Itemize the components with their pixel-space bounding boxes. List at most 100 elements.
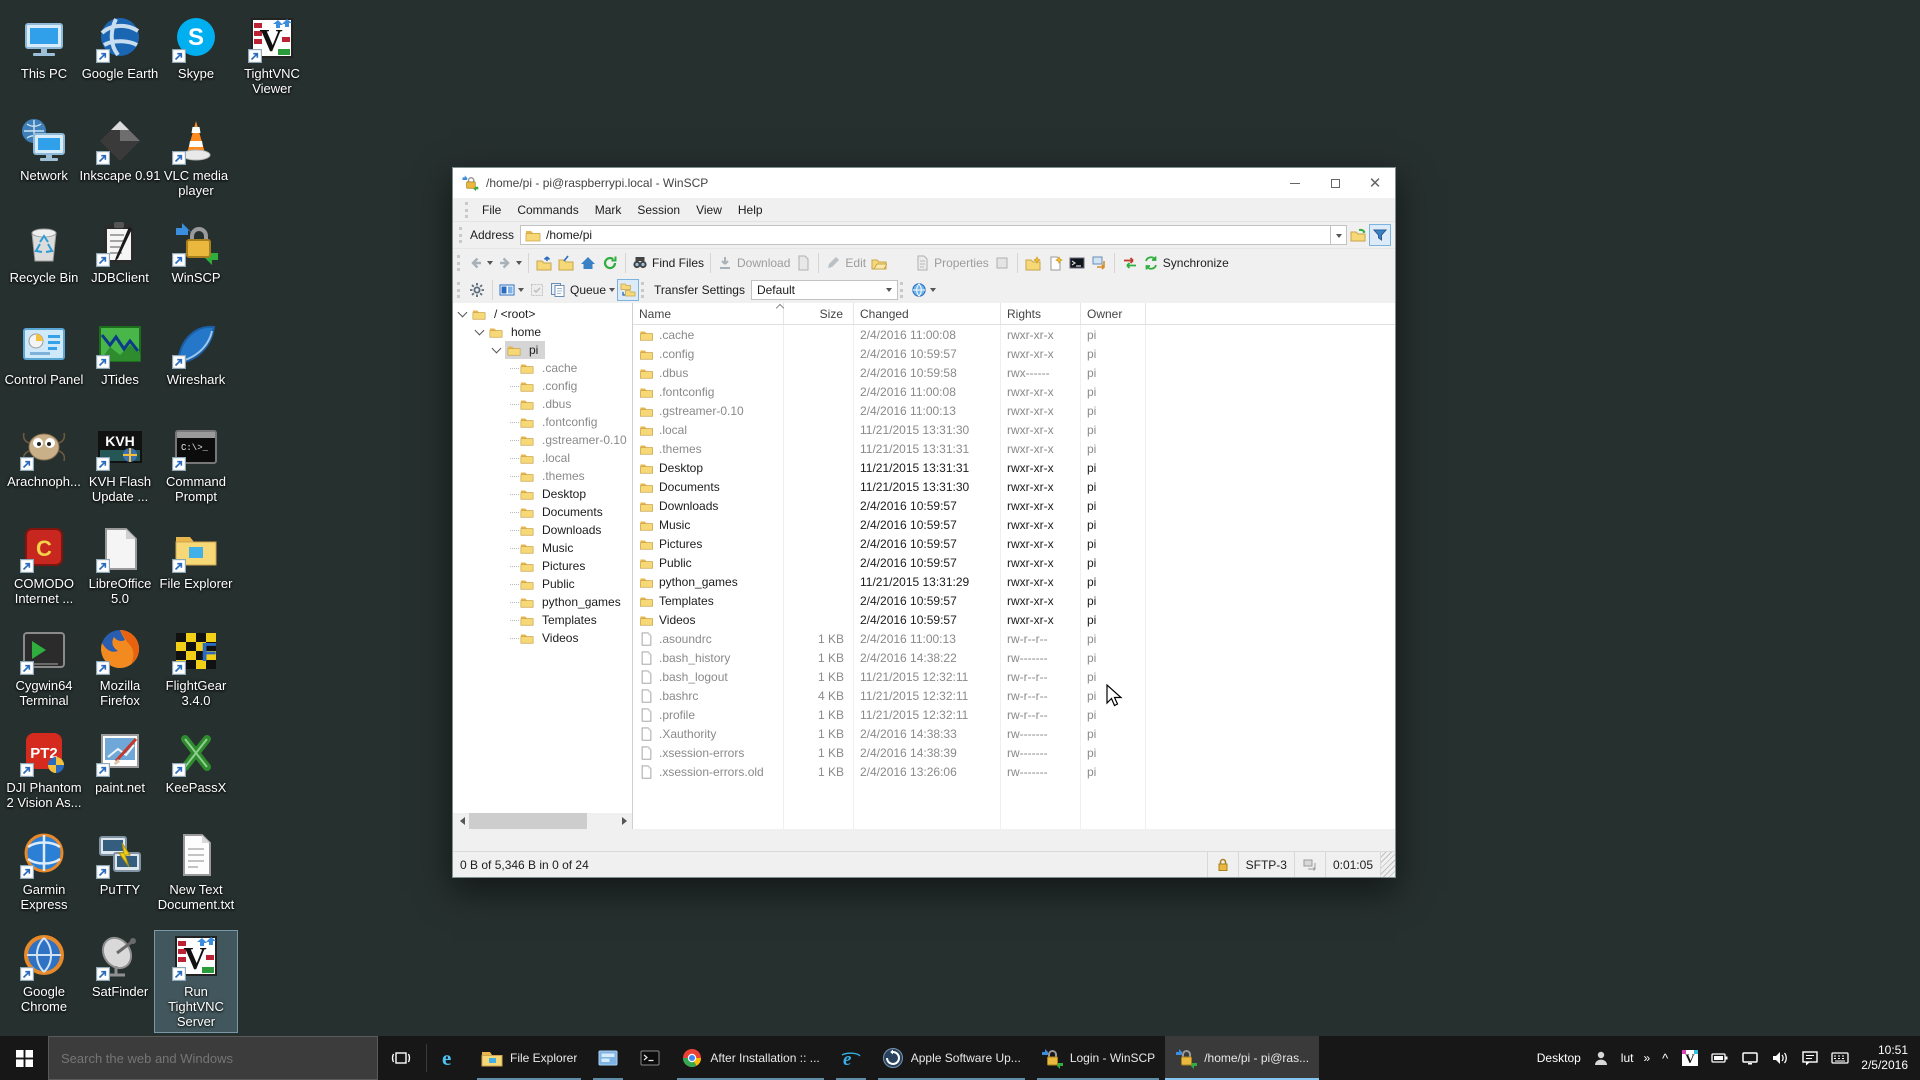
open-directory-button[interactable] [1347, 224, 1369, 246]
properties-options-button[interactable] [991, 252, 1013, 274]
file-row-bashrc[interactable]: .bashrc4 KB11/21/2015 12:32:11rw-r--r--p… [633, 686, 1395, 705]
desktop-icon-libreoffice-5-0[interactable]: LibreOffice 5.0 [78, 522, 162, 610]
menu-view[interactable]: View [688, 199, 730, 221]
file-row-config[interactable]: .config2/4/2016 10:59:57rwxr-xr-xpi [633, 344, 1395, 363]
desktop-icon-control-panel[interactable]: Control Panel [2, 318, 86, 391]
taskbar-button-login-winscp[interactable]: Login - WinSCP [1031, 1036, 1165, 1080]
duplicate-button[interactable] [868, 252, 890, 274]
tree-item-home[interactable]: home [453, 323, 632, 341]
file-row-documents[interactable]: Documents11/21/2015 13:31:30rwxr-xr-xpi [633, 477, 1395, 496]
desktop-icon-winscp[interactable]: WinSCP [154, 216, 238, 289]
status-protocol[interactable]: SFTP-3 [1239, 852, 1295, 877]
file-row-public[interactable]: Public2/4/2016 10:59:57rwxr-xr-xpi [633, 553, 1395, 572]
file-row-local[interactable]: .local11/21/2015 13:31:30rwxr-xr-xpi [633, 420, 1395, 439]
taskbar-clock[interactable]: 10:51 2/5/2016 [1855, 1043, 1920, 1073]
scrollbar-track[interactable] [469, 813, 617, 829]
close-button[interactable]: ✕ [1355, 168, 1395, 198]
desktop-icon-network[interactable]: Network [2, 114, 86, 187]
desktop-icon-google-earth[interactable]: Google Earth [78, 12, 162, 85]
desktop-icon-flightgear-3-4-0[interactable]: FFlightGear 3.4.0 [154, 624, 238, 712]
start-button[interactable] [0, 1036, 48, 1080]
filter-button[interactable] [1369, 224, 1391, 246]
column-header-size[interactable]: Size [784, 303, 854, 324]
root-directory-button[interactable] [555, 252, 577, 274]
file-row-xsession-errors[interactable]: .xsession-errors1 KB2/4/2016 14:38:39rw-… [633, 743, 1395, 762]
maximize-button[interactable] [1315, 168, 1355, 198]
refresh-button[interactable] [599, 252, 621, 274]
tree-item-cache[interactable]: .cache [453, 359, 632, 377]
tree-item-desktop[interactable]: Desktop [453, 485, 632, 503]
taskbar-search[interactable] [48, 1036, 378, 1080]
file-row-cache[interactable]: .cache2/4/2016 11:00:08rwxr-xr-xpi [633, 325, 1395, 344]
search-input[interactable] [49, 1051, 377, 1066]
tree-item-documents[interactable]: Documents [453, 503, 632, 521]
column-header-owner[interactable]: Owner [1081, 303, 1146, 324]
file-row-bash-logout[interactable]: .bash_logout1 KB11/21/2015 12:32:11rw-r-… [633, 667, 1395, 686]
new-file-button[interactable] [1044, 252, 1066, 274]
desktop-icon-putty[interactable]: PuTTY [78, 828, 162, 901]
download-button[interactable]: Download [715, 252, 792, 274]
desktop-icon-jdbclient[interactable]: JDBClient [78, 216, 162, 289]
titlebar[interactable]: /home/pi - pi@raspberrypi.local - WinSCP… [453, 168, 1395, 198]
new-folder-button[interactable] [1022, 252, 1044, 274]
desktop-icon-jtides[interactable]: JTides [78, 318, 162, 391]
desktop-icon-comodo-internet[interactable]: CCOMODO Internet ... [2, 522, 86, 610]
preferences-button[interactable] [466, 279, 488, 301]
taskbar-button-home-pi-pi-ras[interactable]: /home/pi - pi@ras... [1165, 1036, 1319, 1080]
home-directory-button[interactable] [577, 252, 599, 274]
tree-expand-chevron-icon[interactable] [475, 326, 485, 336]
tray-battery-icon[interactable] [1711, 1049, 1729, 1067]
tree-item-fontconfig[interactable]: .fontconfig [453, 413, 632, 431]
keep-remote-up-to-date-button[interactable] [1119, 252, 1141, 274]
taskbar-button-bluepanel[interactable] [587, 1036, 629, 1080]
synchronize-browsing-button[interactable] [617, 279, 639, 301]
tray-display-icon[interactable] [1741, 1049, 1759, 1067]
desktop-icon-inkscape-0-91[interactable]: Inkscape 0.91 [78, 114, 162, 187]
tree-item-python-games[interactable]: python_games [453, 593, 632, 611]
file-row-templates[interactable]: Templates2/4/2016 10:59:57rwxr-xr-xpi [633, 591, 1395, 610]
file-row-xauthority[interactable]: .Xauthority1 KB2/4/2016 14:38:33rw------… [633, 724, 1395, 743]
menu-commands[interactable]: Commands [509, 199, 586, 221]
queue-button[interactable]: Queue [548, 279, 617, 301]
menu-file[interactable]: File [474, 199, 509, 221]
tree-expand-chevron-icon[interactable] [492, 344, 502, 354]
desktop-icon-this-pc[interactable]: This PC [2, 12, 86, 85]
address-input[interactable]: /home/pi [520, 225, 1331, 245]
desktop-icon-skype[interactable]: SSkype [154, 12, 238, 85]
layout-button[interactable] [497, 279, 526, 301]
tray-expand-button[interactable]: ^ [1662, 1051, 1668, 1066]
tree-expand-chevron-icon[interactable] [458, 308, 468, 318]
transfer-options-button[interactable] [909, 279, 938, 301]
desktop-icon-cygwin64-terminal[interactable]: Cygwin64 Terminal [2, 624, 86, 712]
desktop-icon-garmin-express[interactable]: Garmin Express [2, 828, 86, 916]
queue-show-button[interactable] [526, 279, 548, 301]
taskbar-button-ie[interactable]: e [830, 1036, 872, 1080]
tree-item-dbus[interactable]: .dbus [453, 395, 632, 413]
synchronize-button[interactable]: Synchronize [1141, 252, 1231, 274]
minimize-button[interactable] [1275, 168, 1315, 198]
tree-item-local[interactable]: .local [453, 449, 632, 467]
user-toolbar-label[interactable]: lut [1621, 1051, 1634, 1065]
resize-grip[interactable] [1381, 852, 1395, 877]
desktop-icon-file-explorer[interactable]: File Explorer [154, 522, 238, 595]
delete-button[interactable] [890, 252, 912, 274]
tray-keyboard-icon[interactable] [1831, 1049, 1849, 1067]
taskbar-button-after-installation[interactable]: After Installation :: ... [671, 1036, 829, 1080]
taskbar-button-apple-software-up[interactable]: Apple Software Up... [872, 1036, 1031, 1080]
file-row-dbus[interactable]: .dbus2/4/2016 10:59:58rwx------pi [633, 363, 1395, 382]
tray-vnc-icon[interactable]: V [1681, 1049, 1699, 1067]
file-row-bash-history[interactable]: .bash_history1 KB2/4/2016 14:38:22rw----… [633, 648, 1395, 667]
taskbar-button-edge[interactable]: e [429, 1036, 471, 1080]
scroll-left-arrow[interactable] [453, 813, 469, 829]
file-row-downloads[interactable]: Downloads2/4/2016 10:59:57rwxr-xr-xpi [633, 496, 1395, 515]
desktop-icon-keepassx[interactable]: KeePassX [154, 726, 238, 799]
desktop-icon-kvh-flash-update[interactable]: KVHKVH Flash Update ... [78, 420, 162, 508]
address-dropdown[interactable] [1331, 225, 1347, 245]
task-view-button[interactable] [378, 1036, 424, 1080]
toolbar-expand-chevron[interactable]: » [1643, 1051, 1650, 1065]
scrollbar-thumb[interactable] [469, 813, 587, 829]
scroll-right-arrow[interactable] [617, 813, 633, 829]
parent-directory-button[interactable] [533, 252, 555, 274]
tree-item-gstreamer-0-10[interactable]: .gstreamer-0.10 [453, 431, 632, 449]
open-console-button[interactable] [1066, 252, 1088, 274]
